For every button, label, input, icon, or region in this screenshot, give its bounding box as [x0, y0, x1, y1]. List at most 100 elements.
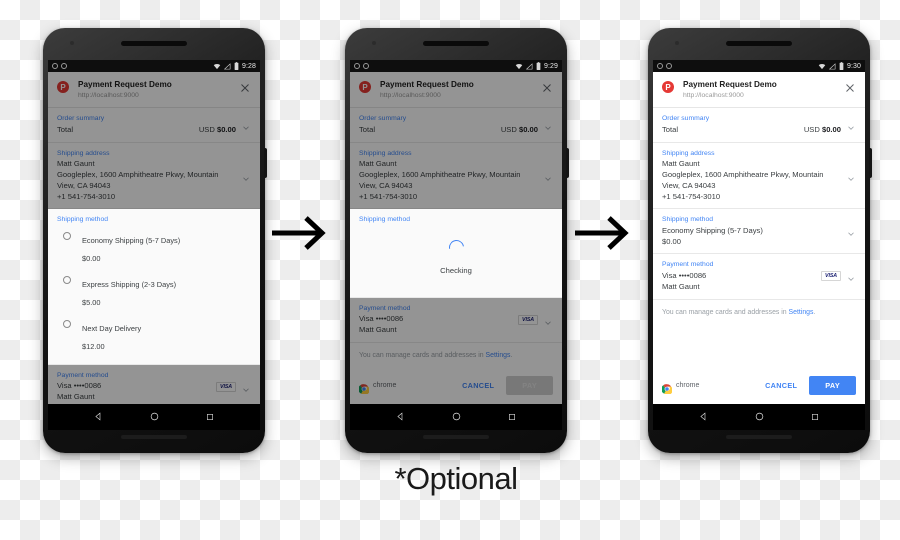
- status-notifications: [52, 63, 67, 69]
- android-nav-bar: [48, 404, 260, 430]
- shipping-address-section[interactable]: Shipping address Matt Gaunt Googleplex, …: [350, 143, 562, 210]
- option-price: $5.00: [82, 297, 101, 307]
- sheet-title: Payment Request Demo: [78, 80, 172, 89]
- close-icon[interactable]: [239, 81, 251, 93]
- payment-request-sheet-1: P Payment Request Demo http://localhost:…: [48, 72, 260, 404]
- cancel-button[interactable]: CANCEL: [763, 379, 799, 392]
- total-currency: USD: [500, 124, 517, 134]
- sheet-header: P Payment Request Demo http://localhost:…: [653, 72, 865, 109]
- status-notifications: [354, 63, 369, 69]
- sheet-header: P Payment Request Demo http://localhost:…: [350, 72, 562, 109]
- notification-dot-icon: [354, 63, 360, 69]
- payment-method-section[interactable]: Payment method Visa ••••0086 Matt Gaunt …: [48, 365, 260, 404]
- shipping-option-express[interactable]: Express Shipping (2-3 Days) $5.00: [57, 270, 251, 314]
- option-title: Economy Shipping (5-7 Days): [82, 235, 181, 245]
- total-label: Total: [57, 124, 74, 134]
- shipping-method-label: Shipping method: [662, 216, 714, 224]
- chevron-down-icon[interactable]: [543, 315, 553, 325]
- pay-button[interactable]: PAY: [809, 376, 856, 395]
- chevron-down-icon[interactable]: [846, 171, 856, 181]
- total-label: Total: [359, 124, 376, 134]
- sheet-title: Payment Request Demo: [380, 80, 474, 89]
- close-icon[interactable]: [844, 81, 856, 93]
- settings-link[interactable]: Settings: [486, 352, 511, 359]
- settings-link[interactable]: Settings: [789, 309, 814, 316]
- nav-recents-icon[interactable]: [811, 408, 819, 426]
- manage-hint-period: .: [510, 351, 513, 359]
- payment-method-section[interactable]: Payment method Visa ••••0086 Matt Gaunt …: [653, 254, 865, 300]
- notification-dot-icon: [61, 63, 67, 69]
- pay-button[interactable]: PAY: [506, 376, 553, 395]
- phone-3-screen: 9:30 P Payment Request Demo http://local…: [653, 60, 865, 404]
- arrow-right-icon: [270, 213, 330, 253]
- earpiece-speaker: [121, 41, 187, 46]
- chevron-down-icon[interactable]: [846, 226, 856, 237]
- chevron-down-icon[interactable]: [846, 271, 856, 282]
- chevron-down-icon[interactable]: [543, 171, 553, 181]
- manage-hint-text: You can manage cards and addresses in: [662, 308, 789, 316]
- shipping-address-section[interactable]: Shipping address Matt Gaunt Googleplex, …: [48, 143, 260, 210]
- order-summary-section[interactable]: Order summary Total USD $0.00: [653, 108, 865, 143]
- sheet-filler: [653, 325, 865, 369]
- bottom-speaker: [726, 435, 792, 439]
- visa-badge-icon: VISA: [518, 314, 538, 325]
- site-favicon: P: [662, 81, 674, 93]
- status-time: 9:30: [846, 62, 861, 70]
- sheet-origin-url: http://localhost:9000: [78, 92, 139, 100]
- loading-spinner-icon: [445, 236, 467, 258]
- address-line: Googleplex, 1600 Amphitheatre Pkwy, Moun…: [359, 170, 521, 180]
- shipping-address-label: Shipping address: [359, 149, 412, 157]
- chevron-down-icon[interactable]: [241, 382, 251, 392]
- chevron-down-icon[interactable]: [241, 171, 251, 181]
- payment-card-holder: Matt Gaunt: [359, 325, 397, 335]
- status-time: 9:28: [241, 62, 256, 70]
- nav-home-icon[interactable]: [755, 408, 764, 426]
- sheet-origin-url: http://localhost:9000: [380, 92, 441, 100]
- sheet-footer: chrome CANCEL PAY: [653, 369, 865, 404]
- payment-method-label: Payment method: [662, 261, 714, 269]
- cancel-button[interactable]: CANCEL: [460, 379, 496, 392]
- shipping-method-section[interactable]: Shipping method Economy Shipping (5-7 Da…: [653, 209, 865, 255]
- bottom-speaker: [121, 435, 187, 439]
- manage-hint: You can manage cards and addresses in Se…: [350, 343, 562, 369]
- chevron-down-icon[interactable]: [241, 120, 251, 130]
- radio-icon[interactable]: [63, 319, 71, 328]
- shipping-option-nextday[interactable]: Next Day Delivery $12.00: [57, 314, 251, 358]
- address-line: View, CA 94043: [662, 180, 716, 190]
- chevron-down-icon[interactable]: [543, 120, 553, 130]
- nav-recents-icon[interactable]: [508, 408, 516, 426]
- payment-card-holder: Matt Gaunt: [662, 281, 700, 291]
- phone-2-screen: 9:29 P Payment Request Demo http://local…: [350, 60, 562, 404]
- order-summary-section[interactable]: Order summary Total USD $0.00: [48, 108, 260, 143]
- notification-dot-icon: [666, 63, 672, 69]
- sheet-origin-url: http://localhost:9000: [683, 92, 744, 100]
- radio-icon[interactable]: [63, 275, 71, 284]
- radio-icon[interactable]: [63, 231, 71, 240]
- payment-card-number: Visa ••••0086: [662, 270, 707, 280]
- notification-dot-icon: [657, 63, 663, 69]
- status-time: 9:29: [543, 62, 558, 70]
- shipping-address-section[interactable]: Shipping address Matt Gaunt Googleplex, …: [653, 143, 865, 210]
- chrome-branding: chrome: [661, 381, 699, 395]
- option-title: Express Shipping (2-3 Days): [82, 279, 177, 289]
- option-price: $0.00: [82, 253, 101, 263]
- android-nav-bar: [350, 404, 562, 430]
- shipping-method-label: Shipping method: [359, 216, 411, 224]
- nav-home-icon[interactable]: [452, 408, 461, 426]
- close-icon[interactable]: [541, 81, 553, 93]
- address-line: Googleplex, 1600 Amphitheatre Pkwy, Moun…: [662, 170, 824, 180]
- payment-method-section[interactable]: Payment method Visa ••••0086 Matt Gaunt …: [350, 298, 562, 343]
- nav-back-icon[interactable]: [94, 408, 103, 426]
- order-summary-section[interactable]: Order summary Total USD $0.00: [350, 108, 562, 143]
- chevron-down-icon[interactable]: [846, 120, 856, 130]
- chrome-label: chrome: [373, 382, 397, 389]
- payment-card-number: Visa ••••0086: [359, 314, 404, 324]
- nav-recents-icon[interactable]: [206, 408, 214, 426]
- nav-back-icon[interactable]: [699, 408, 708, 426]
- front-camera-icon: [675, 41, 679, 45]
- nav-back-icon[interactable]: [396, 408, 405, 426]
- shipping-option-economy[interactable]: Economy Shipping (5-7 Days) $0.00: [57, 226, 251, 270]
- nav-home-icon[interactable]: [150, 408, 159, 426]
- shipping-method-section[interactable]: Shipping method Economy Shipping (5-7 Da…: [48, 209, 260, 365]
- front-camera-icon: [372, 41, 376, 45]
